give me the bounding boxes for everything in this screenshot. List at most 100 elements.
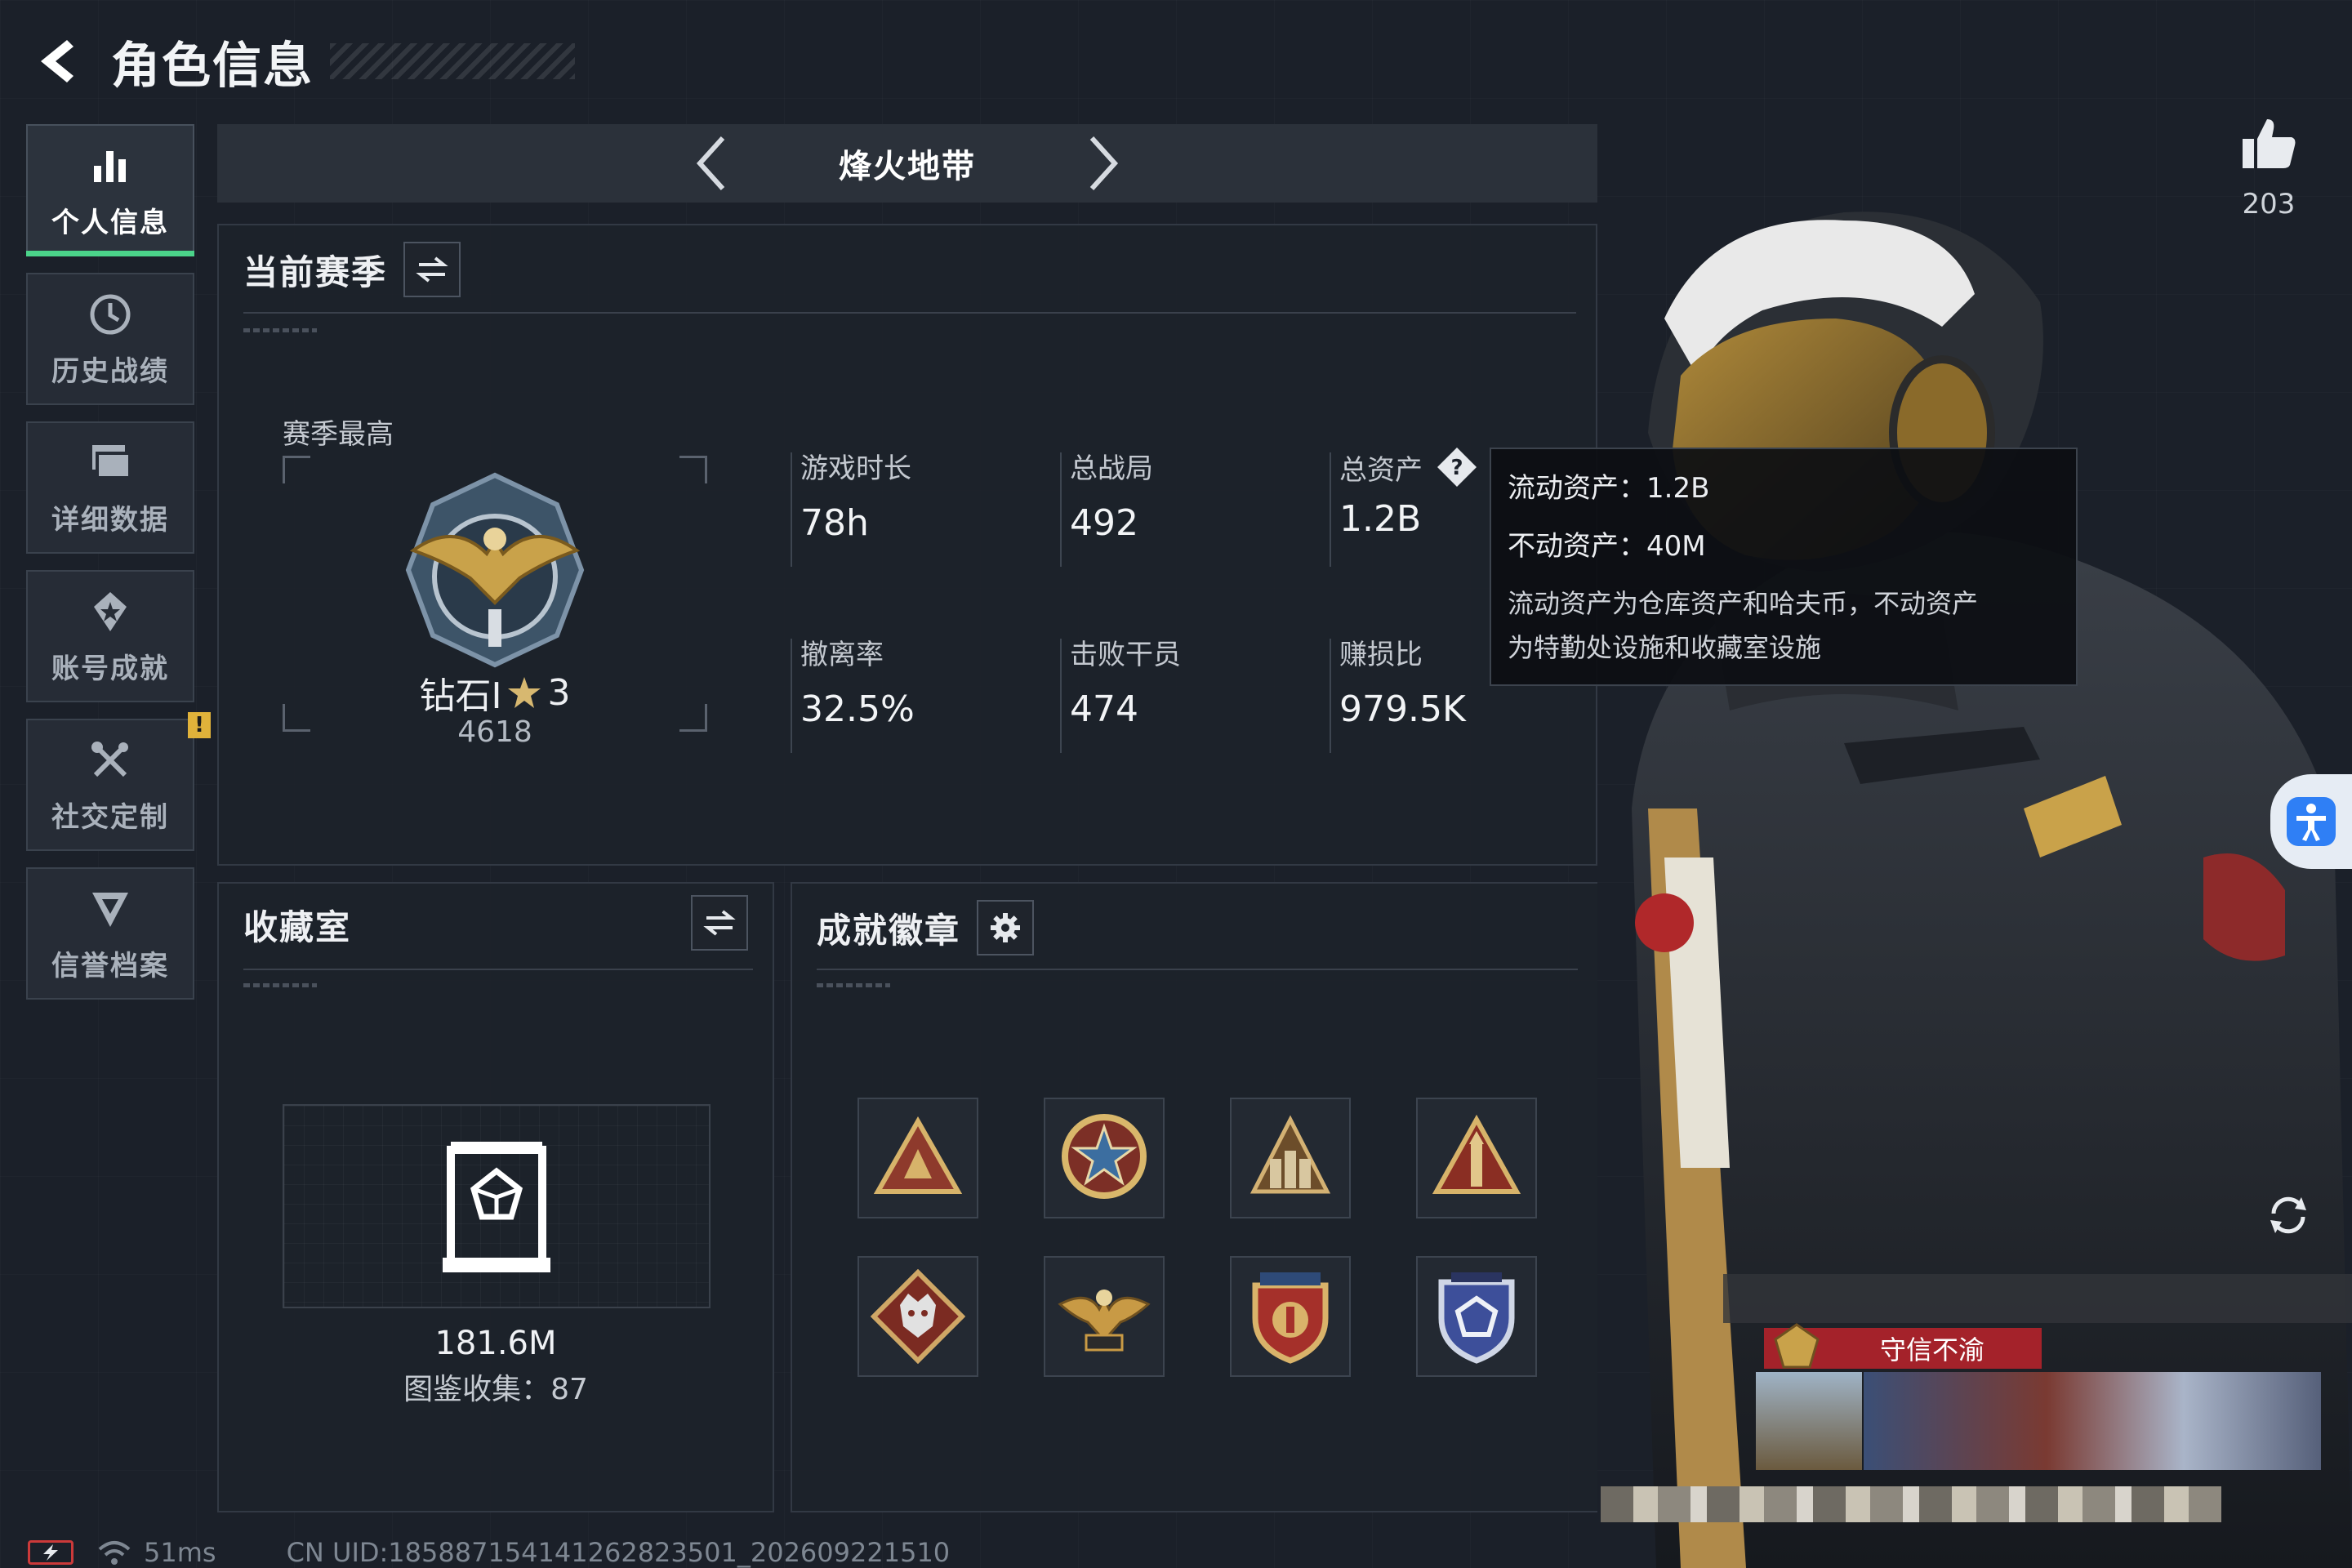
- blurred-name-pixels: [1601, 1486, 2221, 1522]
- title-decoration: [330, 43, 575, 79]
- mode-selector: 烽火地带: [217, 124, 1597, 203]
- vault-case-icon: [443, 1142, 550, 1272]
- swap-icon: [416, 256, 448, 283]
- stat-value: 32.5%: [800, 688, 915, 730]
- sidebar-item-label: 社交定制: [51, 800, 169, 834]
- sidebar-item-achievements[interactable]: 账号成就: [26, 570, 194, 702]
- stat-play-time: 游戏时长 78h: [791, 446, 911, 567]
- tooltip-fixed-assets: 不动资产：40M: [1508, 530, 1706, 563]
- vault-preview[interactable]: [283, 1104, 710, 1308]
- rank-stars: 3: [547, 671, 571, 714]
- divider: [243, 312, 1576, 314]
- sidebar: 个人信息 历史战绩 详细数据 账号成就 ! 社交定制 信誉档案: [26, 124, 211, 1016]
- vault-value: 181.6M: [434, 1325, 557, 1362]
- wifi-icon: [98, 1541, 131, 1565]
- bar-chart-icon: [86, 141, 135, 190]
- season-switch-button[interactable]: [403, 242, 461, 297]
- like-section: 203: [2228, 114, 2310, 220]
- accessibility-button[interactable]: [2270, 774, 2352, 869]
- badge-star-wheel[interactable]: [1044, 1098, 1165, 1218]
- season-highest-label: 赛季最高: [283, 418, 394, 451]
- achievement-star-icon: [86, 587, 135, 636]
- header: 角色信息: [24, 24, 575, 98]
- page-title: 角色信息: [111, 37, 314, 95]
- stat-profit-ratio: 赚损比 979.5K: [1330, 632, 1466, 753]
- warriors-emblem-icon: [1250, 1115, 1331, 1194]
- back-button[interactable]: [24, 29, 90, 94]
- next-mode-button[interactable]: [1075, 131, 1132, 196]
- sidebar-item-label: 账号成就: [51, 652, 169, 685]
- collection-panel: 收藏室 181.6M 图鉴收集：87: [217, 882, 774, 1512]
- sidebar-item-personal-info[interactable]: 个人信息: [26, 124, 194, 256]
- badges-title: 成就徽章: [817, 910, 961, 951]
- player-card-strip: [1723, 1274, 2352, 1323]
- sidebar-item-history[interactable]: 历史战绩: [26, 273, 194, 405]
- badge-triangle[interactable]: [858, 1098, 978, 1218]
- sidebar-item-label: 个人信息: [51, 206, 169, 239]
- sidebar-item-credit[interactable]: 信誉档案: [26, 867, 194, 1000]
- tooltip-description-line1: 流动资产为仓库资产和哈夫币，不动资产: [1508, 588, 1979, 619]
- divider-accent: [243, 328, 317, 332]
- badges-settings-button[interactable]: [977, 900, 1035, 956]
- sidebar-item-label: 详细数据: [51, 503, 169, 537]
- ping-value: 51ms: [144, 1537, 216, 1568]
- stat-label: 游戏时长: [800, 452, 911, 485]
- thumbs-up-icon[interactable]: [2239, 114, 2298, 173]
- rank-name-row: 钻石Ⅰ 3: [283, 666, 707, 719]
- divider: [817, 969, 1578, 970]
- triangle-emblem-icon: [873, 1116, 963, 1194]
- back-arrow-icon: [41, 40, 74, 82]
- tooltip-description-line2: 为特勤处设施和收藏室设施: [1508, 632, 1822, 663]
- eagle-emblem-icon: [1058, 1290, 1151, 1352]
- stat-label: 赚损比: [1339, 639, 1423, 671]
- stat-value: 78h: [800, 502, 869, 544]
- collection-switch-button[interactable]: [691, 895, 748, 951]
- star-icon: [508, 677, 541, 708]
- badge-wolf[interactable]: [858, 1256, 978, 1377]
- stat-total-assets: 总资产 ? 1.2B: [1330, 446, 1478, 567]
- swap-icon: [703, 910, 736, 936]
- help-icon[interactable]: ?: [1436, 446, 1478, 488]
- stat-total-matches: 总战局 492: [1060, 446, 1153, 567]
- card-thumbnail-landscape[interactable]: [1756, 1372, 1862, 1470]
- like-count: 203: [2242, 188, 2296, 220]
- gear-icon: [991, 913, 1021, 942]
- history-clock-icon: [86, 290, 135, 339]
- badge-eagle[interactable]: [1044, 1256, 1165, 1377]
- sidebar-item-details[interactable]: 详细数据: [26, 421, 194, 554]
- sidebar-item-label: 信誉档案: [51, 949, 169, 982]
- rotate-view-icon[interactable]: [2262, 1189, 2314, 1241]
- divider: [243, 969, 753, 970]
- prev-mode-button[interactable]: [683, 131, 740, 196]
- svg-text:?: ?: [1450, 456, 1463, 480]
- stat-label: 总资产: [1339, 453, 1423, 487]
- tools-icon: [86, 736, 135, 785]
- card-thumbnail-character-art[interactable]: [1864, 1372, 2321, 1470]
- badge-tower[interactable]: [1416, 1098, 1537, 1218]
- sidebar-item-social[interactable]: ! 社交定制: [26, 712, 211, 851]
- credit-shield-icon: [86, 884, 135, 933]
- notification-badge: !: [188, 712, 211, 738]
- badge-shield-stars[interactable]: [1230, 1256, 1351, 1377]
- mode-name: 烽火地带: [839, 148, 976, 185]
- stat-label: 击败干员: [1070, 639, 1181, 671]
- stat-value: 979.5K: [1339, 688, 1466, 730]
- star-wheel-emblem-icon: [1062, 1114, 1147, 1199]
- divider-accent: [817, 983, 890, 987]
- assets-tooltip: 流动资产：1.2B 不动资产：40M 流动资产为仓库资产和哈夫币，不动资产 为特…: [1490, 448, 2078, 686]
- badge-warriors[interactable]: [1230, 1098, 1351, 1218]
- badge-blue-shield[interactable]: [1416, 1256, 1537, 1377]
- battery-charging-icon: [28, 1540, 74, 1565]
- blue-shield-emblem-icon: [1438, 1272, 1515, 1364]
- stat-label: 总战局: [1070, 452, 1153, 485]
- stacked-cards-icon: [86, 439, 135, 488]
- divider-accent: [243, 983, 317, 987]
- stat-extract-rate: 撤离率 32.5%: [791, 632, 915, 753]
- tooltip-liquid-assets: 流动资产：1.2B: [1508, 472, 1710, 505]
- collection-count: 图鉴收集：87: [403, 1373, 588, 1406]
- tower-emblem-icon: [1432, 1114, 1521, 1194]
- rank-name: 钻石Ⅰ: [419, 675, 502, 717]
- accessibility-icon: [2287, 797, 2336, 846]
- stat-value: 1.2B: [1339, 498, 1422, 540]
- rank-eagle-emblem-icon: [405, 472, 585, 668]
